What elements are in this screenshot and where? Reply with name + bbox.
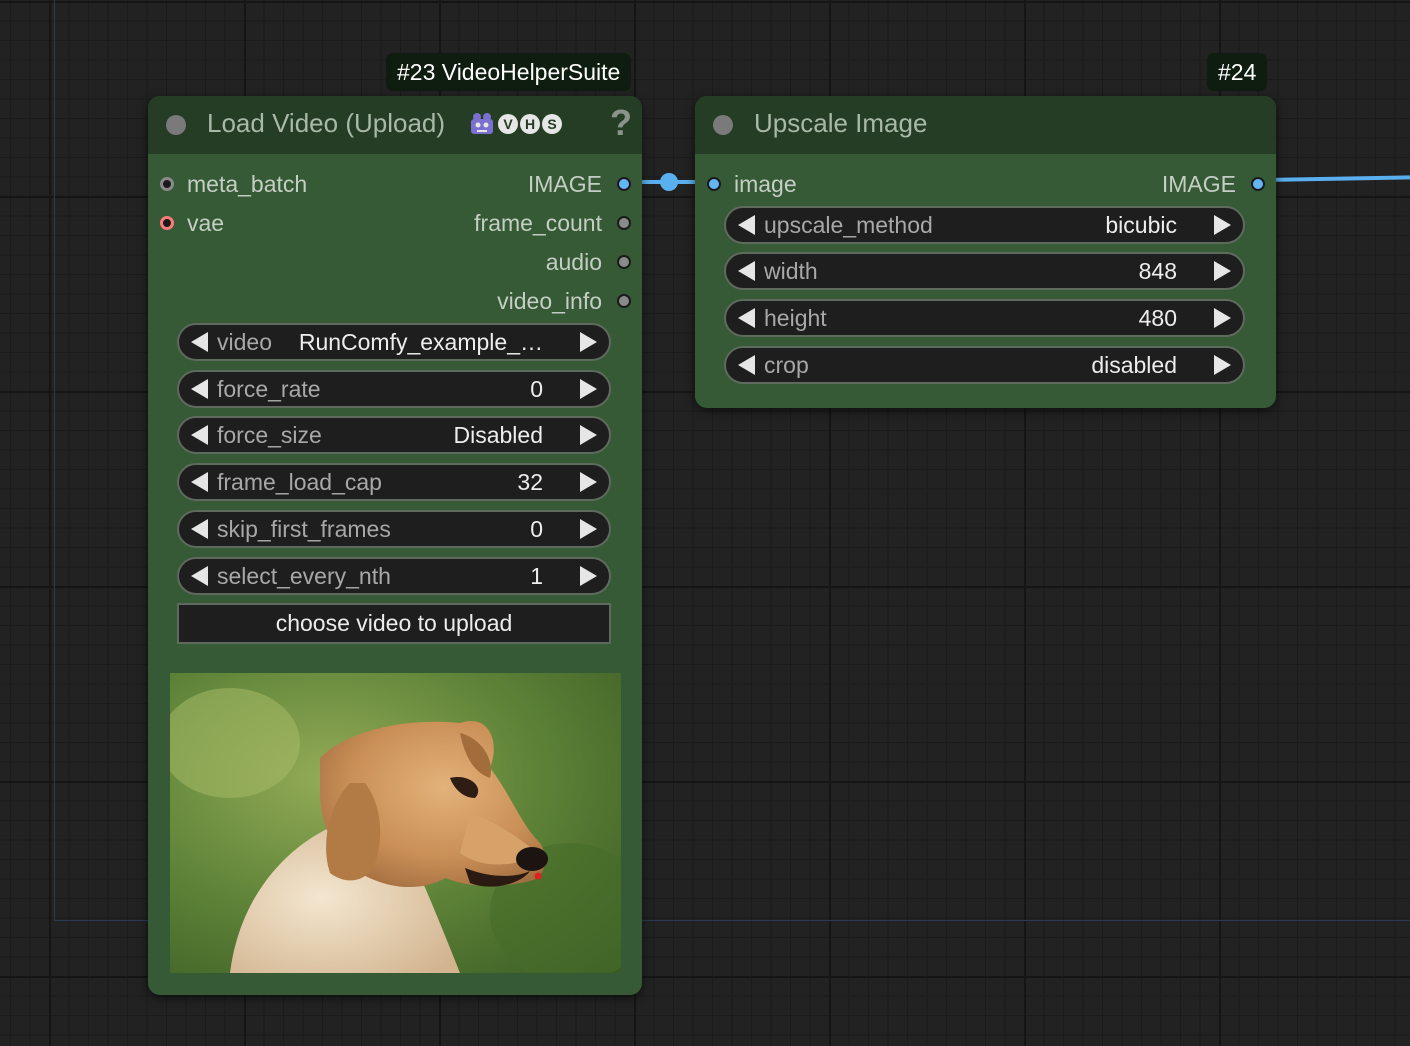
widget-frame-load-cap[interactable]: frame_load_cap 32 bbox=[177, 463, 611, 501]
widget-label: height bbox=[764, 305, 827, 331]
node-title: Upscale Image bbox=[754, 108, 928, 138]
widget-label: force_size bbox=[217, 422, 322, 448]
widget-upscale-method[interactable]: upscale_method bicubic bbox=[724, 206, 1245, 244]
output-label: video_info bbox=[497, 288, 602, 314]
output-dot[interactable] bbox=[617, 216, 631, 230]
input-slot-image[interactable]: image bbox=[695, 169, 955, 199]
group-border-left bbox=[54, 0, 55, 920]
widget-value: bicubic bbox=[1105, 212, 1177, 238]
widget-label: crop bbox=[764, 352, 809, 378]
increment-arrow-icon[interactable] bbox=[580, 472, 597, 492]
dog-preview-image bbox=[170, 673, 621, 973]
widget-force-size[interactable]: force_size Disabled bbox=[177, 416, 611, 454]
robot-icon bbox=[471, 113, 493, 134]
widget-crop[interactable]: crop disabled bbox=[724, 346, 1245, 384]
widget-value: 480 bbox=[1138, 305, 1177, 331]
increment-arrow-icon[interactable] bbox=[580, 332, 597, 352]
decrement-arrow-icon[interactable] bbox=[191, 472, 208, 492]
decrement-arrow-icon[interactable] bbox=[191, 425, 208, 445]
decrement-arrow-icon[interactable] bbox=[191, 332, 208, 352]
widget-force-rate[interactable]: force_rate 0 bbox=[177, 370, 611, 408]
widget-value: 0 bbox=[530, 376, 543, 402]
output-slot-frame-count[interactable]: frame_count bbox=[402, 208, 642, 238]
increment-arrow-icon[interactable] bbox=[580, 425, 597, 445]
input-slot-vae[interactable]: vae bbox=[148, 208, 388, 238]
node-title: Load Video (Upload) bbox=[207, 108, 446, 138]
output-slot-image[interactable]: IMAGE bbox=[402, 169, 642, 199]
widget-value: RunComfy_example_… bbox=[298, 329, 543, 355]
widget-value: 1 bbox=[530, 563, 543, 589]
decrement-arrow-icon[interactable] bbox=[738, 308, 755, 328]
input-dot[interactable] bbox=[160, 177, 174, 191]
vhs-h-icon: H bbox=[520, 114, 540, 134]
decrement-arrow-icon[interactable] bbox=[738, 261, 755, 281]
image-output-link[interactable] bbox=[1261, 175, 1410, 182]
upload-video-button[interactable]: choose video to upload bbox=[177, 603, 611, 644]
input-dot[interactable] bbox=[707, 177, 721, 191]
input-dot[interactable] bbox=[160, 216, 174, 230]
decrement-arrow-icon[interactable] bbox=[191, 519, 208, 539]
widget-height[interactable]: height 480 bbox=[724, 299, 1245, 337]
collapse-toggle[interactable] bbox=[713, 115, 733, 135]
vhs-badge: V H S bbox=[468, 111, 562, 137]
widget-label: frame_load_cap bbox=[217, 469, 382, 495]
collapse-toggle[interactable] bbox=[166, 115, 186, 135]
upscale-image-node[interactable]: Upscale Image image IMAGE upscale_method… bbox=[695, 96, 1276, 408]
widget-value: disabled bbox=[1091, 352, 1177, 378]
output-slot-image[interactable]: IMAGE bbox=[1016, 169, 1276, 199]
output-label: IMAGE bbox=[527, 171, 602, 197]
widget-label: width bbox=[764, 258, 818, 284]
node-id-badge: #24 bbox=[1207, 53, 1268, 91]
widget-select-every-nth[interactable]: select_every_nth 1 bbox=[177, 557, 611, 595]
output-label: IMAGE bbox=[1161, 171, 1236, 197]
vhs-v-icon: V bbox=[498, 114, 518, 134]
node-header[interactable]: Load Video (Upload) V H S ? bbox=[148, 96, 642, 154]
node-header[interactable]: Upscale Image bbox=[695, 96, 1276, 154]
increment-arrow-icon[interactable] bbox=[1214, 355, 1231, 375]
widget-value: 32 bbox=[517, 469, 543, 495]
widget-video[interactable]: video RunComfy_example_… bbox=[177, 323, 611, 361]
increment-arrow-icon[interactable] bbox=[1214, 261, 1231, 281]
output-label: frame_count bbox=[474, 210, 602, 236]
decrement-arrow-icon[interactable] bbox=[738, 215, 755, 235]
widget-label: upscale_method bbox=[764, 212, 933, 238]
increment-arrow-icon[interactable] bbox=[580, 566, 597, 586]
input-label: meta_batch bbox=[187, 171, 308, 197]
increment-arrow-icon[interactable] bbox=[1214, 215, 1231, 235]
input-label: vae bbox=[187, 210, 225, 236]
widget-skip-first-frames[interactable]: skip_first_frames 0 bbox=[177, 510, 611, 548]
input-label: image bbox=[734, 171, 797, 197]
widget-value: 848 bbox=[1138, 258, 1177, 284]
input-slot-meta-batch[interactable]: meta_batch bbox=[148, 169, 388, 199]
widget-value: 0 bbox=[530, 516, 543, 542]
output-label: audio bbox=[545, 249, 602, 275]
widget-label: video bbox=[217, 329, 272, 355]
decrement-arrow-icon[interactable] bbox=[191, 379, 208, 399]
widget-label: skip_first_frames bbox=[217, 516, 391, 542]
widget-width[interactable]: width 848 bbox=[724, 252, 1245, 290]
help-icon[interactable]: ? bbox=[610, 102, 632, 144]
increment-arrow-icon[interactable] bbox=[580, 379, 597, 399]
widget-label: select_every_nth bbox=[217, 563, 391, 589]
increment-arrow-icon[interactable] bbox=[1214, 308, 1231, 328]
video-preview bbox=[170, 673, 621, 973]
vhs-s-icon: S bbox=[542, 114, 562, 134]
output-dot[interactable] bbox=[617, 294, 631, 308]
output-dot[interactable] bbox=[617, 177, 631, 191]
output-dot[interactable] bbox=[1251, 177, 1265, 191]
increment-arrow-icon[interactable] bbox=[580, 519, 597, 539]
output-slot-video-info[interactable]: video_info bbox=[402, 286, 642, 316]
node-id-badge: #23 VideoHelperSuite bbox=[386, 53, 632, 91]
widget-value: Disabled bbox=[453, 422, 544, 448]
output-dot[interactable] bbox=[617, 255, 631, 269]
decrement-arrow-icon[interactable] bbox=[738, 355, 755, 375]
link-reroute-dot[interactable] bbox=[660, 173, 678, 191]
widget-label: force_rate bbox=[217, 376, 321, 402]
output-slot-audio[interactable]: audio bbox=[402, 247, 642, 277]
decrement-arrow-icon[interactable] bbox=[191, 566, 208, 586]
load-video-node[interactable]: Load Video (Upload) V H S ? meta_batch v… bbox=[148, 96, 642, 995]
